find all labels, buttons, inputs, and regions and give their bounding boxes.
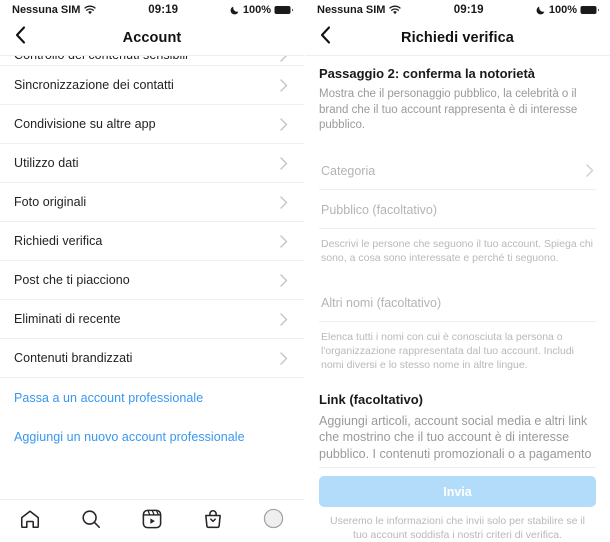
chevron-right-icon bbox=[280, 273, 288, 287]
submit-button[interactable]: Invia bbox=[319, 476, 596, 507]
list-item[interactable]: Eliminati di recente bbox=[0, 300, 304, 339]
submit-disclaimer: Useremo le informazioni che invii solo p… bbox=[329, 515, 586, 541]
chevron-right-icon bbox=[280, 56, 288, 62]
shop-icon bbox=[202, 508, 224, 535]
chevron-right-icon bbox=[280, 312, 288, 326]
chevron-right-icon bbox=[280, 156, 288, 170]
wifi-icon bbox=[389, 5, 402, 15]
list-item-richiedi-verifica[interactable]: Richiedi verifica bbox=[0, 222, 304, 261]
switch-to-professional-account-link[interactable]: Passa a un account professionale bbox=[0, 378, 304, 417]
category-placeholder: Categoria bbox=[321, 163, 376, 178]
add-new-professional-account-link[interactable]: Aggiungi un nuovo account professionale bbox=[0, 417, 304, 456]
left-nav-header: Account bbox=[0, 20, 304, 56]
list-item-label: Eliminati di recente bbox=[14, 312, 121, 326]
battery-icon bbox=[274, 5, 294, 15]
clock-label: 09:19 bbox=[148, 4, 179, 16]
left-phone-screen: Nessuna SIM 09:19 100% Account Sincroniz… bbox=[0, 0, 305, 542]
other-names-helper-text: Elenca tutti i nomi con cui è conosciuta… bbox=[321, 330, 574, 371]
other-names-field[interactable]: Altri nomi (facoltativo) bbox=[319, 283, 596, 322]
step-title: Passaggio 2: conferma la notorietà bbox=[319, 66, 536, 81]
tab-shop[interactable] bbox=[191, 504, 235, 538]
other-names-placeholder: Altri nomi (facoltativo) bbox=[321, 295, 442, 310]
chevron-left-icon bbox=[15, 26, 26, 49]
link-section-title: Link (facoltativo) bbox=[319, 391, 424, 407]
status-right-group: 100% bbox=[536, 4, 600, 16]
dual-screenshot-container: Nessuna SIM 09:19 100% Account Sincroniz… bbox=[0, 0, 610, 542]
list-item-label: Post che ti piacciono bbox=[14, 273, 130, 287]
carrier-label: Nessuna SIM bbox=[317, 4, 386, 16]
right-phone-screen: Nessuna SIM 09:19 100% Richiedi verifica… bbox=[305, 0, 610, 542]
list-item-label: Controllo dei contenuti sensibili bbox=[14, 56, 188, 62]
chevron-right-icon bbox=[280, 78, 288, 92]
link-section-description: Aggiungi articoli, account social media … bbox=[319, 413, 592, 461]
battery-percent-label: 100% bbox=[548, 4, 577, 16]
back-button-left[interactable] bbox=[11, 26, 29, 49]
step-description: Mostra che il personaggio pubblico, la c… bbox=[319, 88, 578, 131]
account-settings-list[interactable]: Controllo dei contenuti sensibili Sincro… bbox=[0, 56, 304, 499]
submit-area: Invia Useremo le informazioni che invii … bbox=[319, 467, 596, 542]
home-icon bbox=[19, 508, 41, 535]
bottom-tab-bar bbox=[0, 499, 304, 542]
status-bar-right: Nessuna SIM 09:19 100% bbox=[305, 0, 610, 20]
tab-home[interactable] bbox=[8, 504, 52, 538]
chevron-left-icon bbox=[320, 26, 331, 49]
link-label: Aggiungi un nuovo account professionale bbox=[14, 429, 245, 444]
tab-reels[interactable] bbox=[130, 504, 174, 538]
battery-icon bbox=[580, 5, 600, 15]
status-right-group: 100% bbox=[230, 4, 294, 16]
list-item-label: Foto originali bbox=[14, 195, 87, 209]
reels-icon bbox=[141, 508, 163, 535]
link-label: Passa a un account professionale bbox=[14, 390, 204, 405]
profile-avatar-icon bbox=[263, 508, 284, 534]
chevron-right-icon bbox=[280, 195, 288, 209]
battery-percent-label: 100% bbox=[242, 4, 271, 16]
list-item-label: Richiedi verifica bbox=[14, 234, 103, 248]
right-nav-header: Richiedi verifica bbox=[305, 20, 610, 56]
chevron-right-icon bbox=[280, 117, 288, 131]
list-item[interactable]: Post che ti piacciono bbox=[0, 261, 304, 300]
list-item[interactable]: Contenuti brandizzati bbox=[0, 339, 304, 378]
chevron-right-icon bbox=[280, 351, 288, 365]
back-button-right[interactable] bbox=[316, 26, 334, 49]
tab-search[interactable] bbox=[69, 504, 113, 538]
carrier-label: Nessuna SIM bbox=[12, 4, 81, 16]
chevron-right-icon bbox=[586, 164, 594, 177]
search-icon bbox=[80, 508, 102, 535]
page-title-left: Account bbox=[122, 29, 182, 46]
status-left-group: Nessuna SIM bbox=[12, 4, 97, 16]
category-field[interactable]: Categoria bbox=[319, 151, 596, 190]
audience-field[interactable]: Pubblico (facoltativo) bbox=[319, 190, 596, 229]
list-item-label: Contenuti brandizzati bbox=[14, 351, 133, 365]
status-left-group: Nessuna SIM bbox=[317, 4, 402, 16]
audience-helper-text: Descrivi le persone che seguono il tuo a… bbox=[321, 237, 593, 264]
page-title-right: Richiedi verifica bbox=[401, 29, 514, 46]
wifi-icon bbox=[84, 5, 97, 15]
moon-icon bbox=[230, 5, 240, 15]
list-item[interactable]: Sincronizzazione dei contatti bbox=[0, 66, 304, 105]
list-item[interactable]: Utilizzo dati bbox=[0, 144, 304, 183]
list-item[interactable]: Controllo dei contenuti sensibili bbox=[0, 56, 304, 66]
moon-icon bbox=[536, 5, 546, 15]
list-item[interactable]: Foto originali bbox=[0, 183, 304, 222]
tab-profile[interactable] bbox=[252, 504, 296, 538]
list-item-label: Condivisione su altre app bbox=[14, 117, 156, 131]
status-bar-left: Nessuna SIM 09:19 100% bbox=[0, 0, 304, 20]
list-item[interactable]: Condivisione su altre app bbox=[0, 105, 304, 144]
list-item-label: Sincronizzazione dei contatti bbox=[14, 78, 174, 92]
audience-placeholder: Pubblico (facoltativo) bbox=[321, 202, 438, 217]
chevron-right-icon bbox=[280, 234, 288, 248]
clock-label: 09:19 bbox=[453, 4, 484, 16]
list-item-label: Utilizzo dati bbox=[14, 156, 79, 170]
